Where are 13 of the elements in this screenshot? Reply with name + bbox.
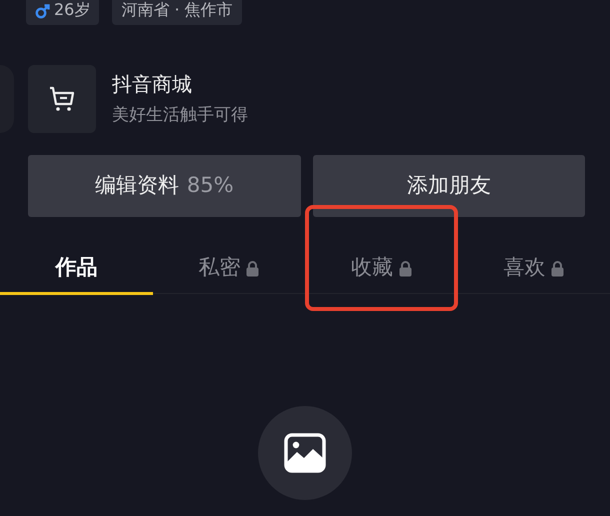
shop-title[interactable]: 抖音商城 bbox=[112, 69, 248, 100]
profile-tab[interactable]: 作品 bbox=[0, 243, 152, 293]
cart-icon bbox=[47, 84, 77, 114]
profile-button[interactable]: 编辑资料 85% bbox=[28, 155, 300, 217]
profile-tab[interactable]: 私密 bbox=[152, 243, 305, 293]
shop-subtitle: 美好生活触手可得 bbox=[112, 104, 248, 128]
profile-tag: 河南省 · 焦作市 bbox=[112, 0, 242, 25]
profile-tab[interactable]: 喜欢 bbox=[458, 243, 610, 293]
age-text: 26岁 bbox=[54, 0, 90, 21]
shop-icon-tile[interactable] bbox=[28, 65, 96, 133]
profile-tab[interactable]: 收藏 bbox=[305, 243, 458, 293]
profile-button[interactable]: 添加朋友 bbox=[312, 155, 585, 217]
image-icon bbox=[284, 433, 326, 473]
